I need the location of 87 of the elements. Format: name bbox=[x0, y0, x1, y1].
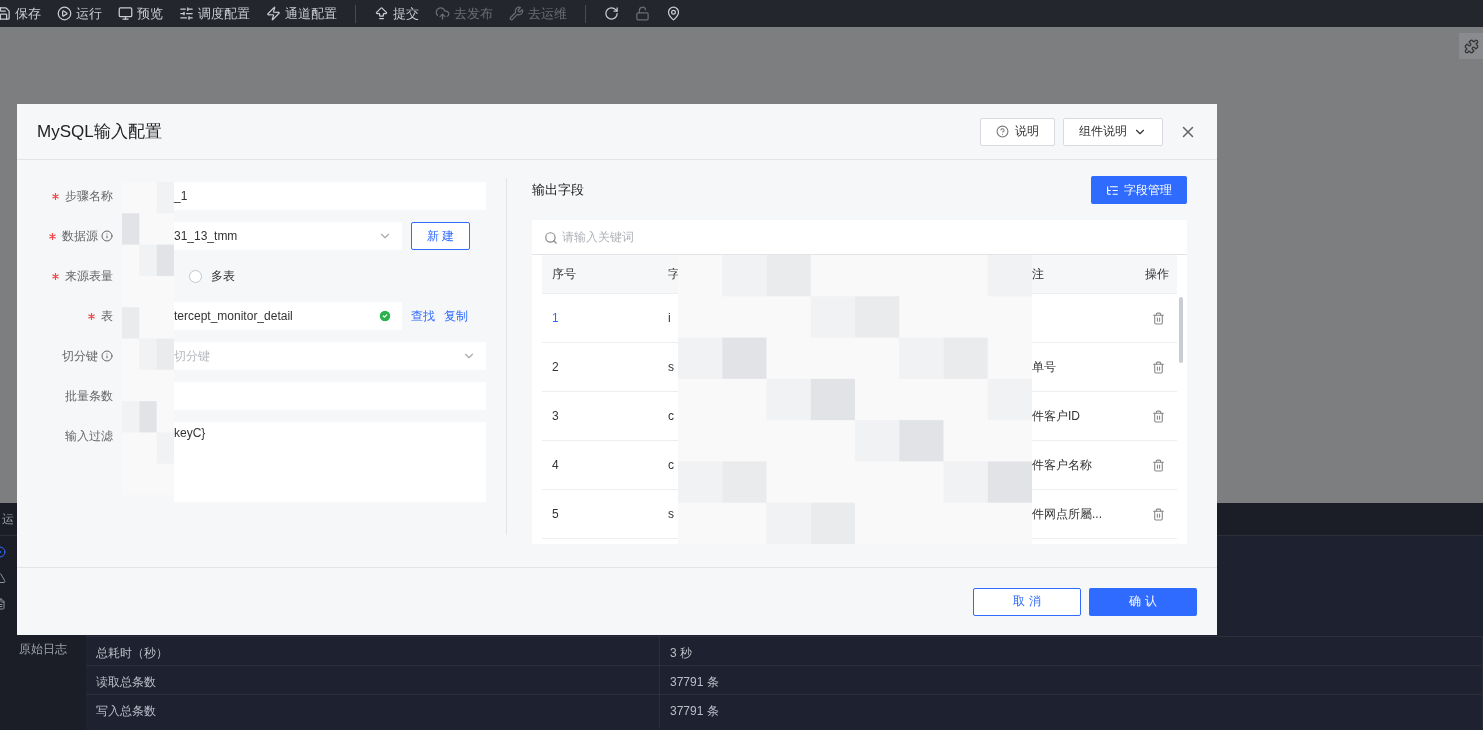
field-label: 步骤名称 bbox=[17, 182, 113, 210]
save-icon bbox=[0, 6, 11, 21]
field-manage-button[interactable]: 字段管理 bbox=[1091, 176, 1187, 204]
puzzle-icon bbox=[1463, 38, 1479, 54]
field-label: 切分键 bbox=[17, 342, 113, 370]
table-cell-text: 5 bbox=[551, 506, 560, 523]
select-field[interactable]: 31_13_tmm bbox=[174, 222, 402, 250]
wrench-icon bbox=[509, 6, 524, 21]
cancel-button[interactable]: 取 消 bbox=[973, 587, 1081, 616]
sliders-icon bbox=[179, 6, 194, 21]
delete-button[interactable] bbox=[1152, 507, 1165, 521]
field-label: 批量条数 bbox=[64, 388, 113, 405]
link[interactable]: 查找 bbox=[411, 302, 435, 330]
help-icon bbox=[996, 125, 1009, 138]
field-label: 来源表量 bbox=[17, 262, 113, 290]
table-cell: 写入总条数 bbox=[86, 695, 660, 728]
info-icon bbox=[101, 350, 113, 362]
table-cell-text: i bbox=[667, 310, 672, 327]
info-icon bbox=[101, 230, 113, 242]
field-label: 输入过滤 bbox=[64, 428, 113, 445]
required-icon bbox=[88, 312, 95, 320]
field-label: 表 bbox=[17, 302, 113, 330]
table-cell-text: 2 bbox=[551, 359, 560, 376]
trash-icon bbox=[1152, 360, 1165, 374]
component-dropdown[interactable]: 组件说明 bbox=[1063, 117, 1163, 146]
toolbar-button[interactable]: 保存 bbox=[0, 1, 47, 26]
refresh-icon bbox=[604, 6, 619, 21]
table-cell-text: 4 bbox=[551, 457, 560, 474]
confirm-button[interactable]: 确 认 bbox=[1089, 587, 1197, 616]
table-cell-text: 3 bbox=[551, 408, 560, 425]
table-cell-text: c bbox=[667, 408, 675, 425]
text-field[interactable]: _1 bbox=[174, 182, 486, 210]
table-cell: 37791 条 bbox=[660, 666, 1483, 699]
location-pin-icon bbox=[666, 6, 681, 21]
table-cell: 3 秒 bbox=[660, 637, 1483, 670]
new-button[interactable]: 新 建 bbox=[411, 222, 470, 250]
table-cell-text: s bbox=[667, 506, 675, 523]
search-field[interactable]: 请输入关键词 bbox=[532, 220, 1187, 255]
help-button[interactable]: 说明 bbox=[980, 117, 1055, 146]
section-title: 输出字段 bbox=[532, 181, 584, 199]
textarea-field[interactable]: keyC} bbox=[174, 422, 486, 502]
trash-icon bbox=[1152, 458, 1165, 472]
table-cell: 读取总条数 bbox=[86, 666, 660, 699]
lightning-icon bbox=[266, 6, 281, 21]
column-header: 操作 bbox=[1133, 255, 1177, 293]
trash-icon bbox=[1152, 507, 1165, 521]
delete-button[interactable] bbox=[1152, 409, 1165, 423]
radio-label: 多表 bbox=[211, 268, 235, 285]
table-cell-text: 件客户ID bbox=[1031, 408, 1081, 425]
trash-icon bbox=[1152, 311, 1165, 325]
delete-button[interactable] bbox=[1152, 311, 1165, 325]
toolbar-button[interactable]: 提交 bbox=[368, 1, 425, 26]
unlock-icon bbox=[635, 6, 650, 21]
play-icon bbox=[57, 6, 72, 21]
log-label: 原始日志 bbox=[18, 641, 68, 658]
upload-arrow-icon bbox=[374, 6, 389, 21]
dialog-title: MySQL输入配置 bbox=[37, 121, 163, 143]
list-icon bbox=[1106, 183, 1119, 197]
toolbar-button[interactable]: 通道配置 bbox=[260, 1, 343, 26]
table-cell-text: 单号 bbox=[1031, 359, 1057, 376]
required-icon bbox=[49, 232, 56, 240]
delete-button[interactable] bbox=[1152, 458, 1165, 472]
search-icon bbox=[544, 231, 558, 245]
toolbar-button[interactable]: 预览 bbox=[112, 1, 169, 26]
table-cell: 37791 条 bbox=[660, 695, 1483, 728]
trash-icon bbox=[1152, 409, 1165, 423]
required-icon bbox=[52, 272, 59, 280]
plugin-button[interactable] bbox=[1459, 33, 1483, 59]
column-header: 序号 bbox=[542, 255, 658, 293]
table-cell-text: s bbox=[667, 359, 675, 376]
monitor-icon bbox=[118, 6, 133, 21]
radio-button[interactable] bbox=[189, 269, 202, 283]
link[interactable]: 复制 bbox=[444, 302, 468, 330]
table-cell: 总耗时（秒） bbox=[86, 637, 660, 670]
field-label: 数据源 bbox=[17, 222, 113, 250]
required-icon bbox=[52, 192, 59, 200]
table-cell-text: c bbox=[667, 457, 675, 474]
table-cell-text: 件客户名称 bbox=[1031, 457, 1093, 474]
toolbar-button[interactable]: 调度配置 bbox=[173, 1, 256, 26]
cloud-upload-icon bbox=[435, 6, 450, 21]
toolbar-button[interactable]: 运行 bbox=[51, 1, 108, 26]
panel-tab[interactable]: 运 bbox=[0, 510, 14, 528]
table-cell-text: 1 bbox=[551, 310, 560, 327]
delete-button[interactable] bbox=[1152, 360, 1165, 374]
table-field[interactable]: tercept_monitor_detail bbox=[174, 302, 402, 330]
table-cell-text: 件网点所屬... bbox=[1031, 506, 1103, 523]
scrollbar-thumb[interactable] bbox=[1179, 297, 1183, 363]
